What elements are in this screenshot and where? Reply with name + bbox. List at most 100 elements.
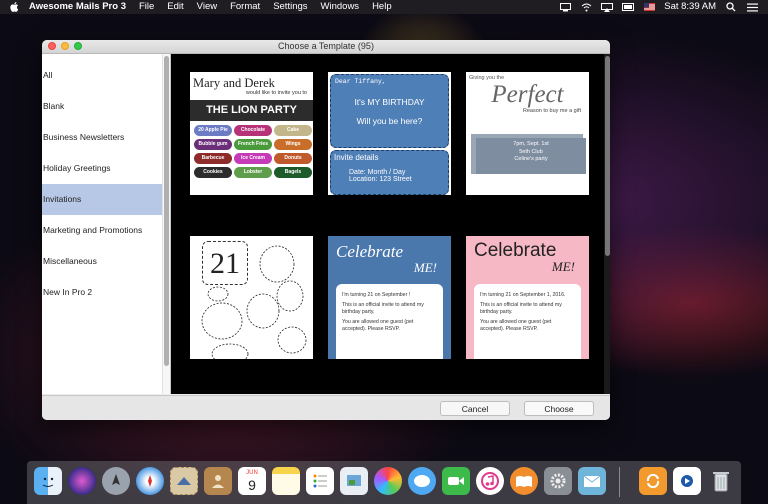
menu-settings[interactable]: Settings — [273, 0, 307, 14]
t6-card: I'm turning 21 on September 1, 2016. Thi… — [474, 284, 581, 359]
minimize-window-button[interactable] — [61, 42, 69, 50]
t1-pill: Chocolate — [234, 125, 272, 136]
menu-file[interactable]: File — [139, 0, 154, 14]
category-business-newsletters[interactable]: Business Newsletters — [42, 122, 170, 153]
calendar-icon[interactable]: JUN 9 — [238, 467, 266, 495]
t1-pill: Cake — [274, 125, 312, 136]
choose-button[interactable]: Choose — [524, 401, 594, 416]
t1-band: THE LION PARTY — [190, 100, 313, 121]
dock-divider — [619, 467, 620, 497]
itunes-icon[interactable] — [476, 467, 504, 495]
category-miscellaneous[interactable]: Miscellaneous — [42, 246, 170, 277]
dialog-footer: Cancel Choose — [42, 395, 610, 420]
category-sidebar: All Blank Business Newsletters Holiday G… — [42, 54, 171, 394]
template-celebrate-blue[interactable]: Celebrate ME! I'm turning 21 on Septembe… — [328, 236, 451, 359]
menu-help[interactable]: Help — [372, 0, 392, 14]
t1-pill: French Fries — [234, 139, 272, 150]
category-new-in-pro-2[interactable]: New In Pro 2 — [42, 277, 170, 308]
t2-location: Location: 123 Street — [349, 176, 412, 183]
siri-icon[interactable] — [68, 467, 96, 495]
sync-icon[interactable] — [639, 467, 667, 495]
clock[interactable]: Sat 8:39 AM — [664, 0, 716, 14]
trash-icon[interactable] — [707, 467, 735, 495]
category-all[interactable]: All — [42, 60, 170, 91]
awesome-mails-icon[interactable] — [578, 467, 606, 495]
t5-subheading: ME! — [413, 260, 437, 275]
t6-line3: You are allowed one guest (pet accepted)… — [480, 319, 552, 332]
t1-pill: 20 Apple Pie — [194, 125, 232, 136]
t1-pill: Ice Cream — [234, 153, 272, 164]
calendar-day: 9 — [248, 476, 256, 493]
sidebar-scrollbar[interactable] — [162, 54, 170, 394]
launchpad-icon[interactable] — [102, 467, 130, 495]
t3-club: 5eth Club — [519, 148, 543, 155]
photos-icon[interactable] — [374, 467, 402, 495]
category-blank[interactable]: Blank — [42, 91, 170, 122]
display-icon[interactable] — [559, 2, 571, 12]
t3-party: Celine's party — [514, 156, 548, 162]
gallery-scrollbar[interactable] — [604, 54, 610, 394]
t1-pill: Lobster — [234, 167, 272, 178]
menu-edit[interactable]: Edit — [167, 0, 183, 14]
wifi-icon[interactable] — [580, 3, 592, 12]
template-perfect-gift[interactable]: Giving you the Perfect Reason to buy me … — [466, 72, 589, 195]
sidebar-scroll-thumb[interactable] — [164, 56, 169, 366]
category-invitations[interactable]: Invitations — [42, 184, 170, 215]
t1-pill: Cookies — [194, 167, 232, 178]
menu-format[interactable]: Format — [230, 0, 260, 14]
t1-title: Mary and Derek — [193, 76, 275, 90]
t1-pill: Bagels — [274, 167, 312, 178]
app-menu[interactable]: Awesome Mails Pro 3 — [29, 0, 126, 14]
gallery-scroll-thumb[interactable] — [605, 56, 610, 256]
t2-line2: Will you be here? — [356, 116, 423, 126]
t2-details-title: Invite details — [334, 153, 379, 162]
mail-stamp-icon[interactable] — [170, 467, 198, 495]
notification-center-icon[interactable] — [746, 3, 758, 12]
system-preferences-icon[interactable] — [544, 467, 572, 495]
template-lion-party[interactable]: Mary and Derek would like to invite you … — [190, 72, 313, 195]
choose-template-window: Choose a Template (95) All Blank Busines… — [42, 40, 610, 420]
cancel-button[interactable]: Cancel — [440, 401, 510, 416]
quicktime-icon[interactable] — [673, 467, 701, 495]
reminders-icon[interactable] — [306, 467, 334, 495]
spotlight-search-icon[interactable] — [725, 2, 737, 12]
zoom-window-button[interactable] — [74, 42, 82, 50]
t1-pill: Donuts — [274, 153, 312, 164]
t3-info: 7pm, Sept. 1st 5eth Club Celine's party — [476, 138, 586, 174]
menu-bar: Awesome Mails Pro 3 File Edit View Forma… — [0, 0, 768, 14]
dock: JUN 9 — [27, 461, 741, 504]
t6-line2: This is an official invite to attend my … — [480, 302, 562, 315]
menu-windows[interactable]: Windows — [321, 0, 360, 14]
template-21-circles[interactable]: 21 — [190, 236, 313, 359]
us-flag-icon[interactable] — [643, 3, 655, 12]
window-title: Choose a Template (95) — [278, 41, 374, 51]
t3-reason: Reason to buy me a gift — [522, 108, 581, 114]
t5-heading: Celebrate — [336, 242, 404, 261]
notes-icon[interactable] — [272, 467, 300, 495]
messages-icon[interactable] — [408, 467, 436, 495]
template-my-birthday[interactable]: Dear Tiffany, It's MY BIRTHDAY Will you … — [328, 72, 451, 195]
t2-greeting: Dear Tiffany, — [335, 78, 386, 85]
template-gallery: Mary and Derek would like to invite you … — [171, 54, 610, 394]
battery-icon[interactable] — [622, 3, 635, 12]
contacts-icon[interactable] — [204, 467, 232, 495]
apple-menu-icon[interactable] — [9, 2, 19, 12]
ibooks-icon[interactable] — [510, 467, 538, 495]
t3-word: Perfect — [491, 81, 564, 108]
t5-line2: This is an official invite to attend my … — [342, 302, 424, 315]
facetime-icon[interactable] — [442, 467, 470, 495]
preview-icon[interactable] — [340, 467, 368, 495]
finder-icon[interactable] — [34, 467, 62, 495]
close-window-button[interactable] — [48, 42, 56, 50]
menu-view[interactable]: View — [197, 0, 217, 14]
t2-top-panel: Dear Tiffany, It's MY BIRTHDAY Will you … — [330, 74, 449, 148]
t2-details-panel: Invite details Date: Month / Day Locatio… — [330, 150, 449, 195]
category-holiday-greetings[interactable]: Holiday Greetings — [42, 153, 170, 184]
template-celebrate-pink[interactable]: Celebrate ME! I'm turning 21 on Septembe… — [466, 236, 589, 359]
safari-icon[interactable] — [136, 467, 164, 495]
airplay-icon[interactable] — [601, 2, 614, 12]
window-titlebar[interactable]: Choose a Template (95) — [42, 40, 610, 54]
t3-pre: Giving you the — [469, 75, 505, 81]
t1-pill: Wings — [274, 139, 312, 150]
category-marketing-and-promotions[interactable]: Marketing and Promotions — [42, 215, 170, 246]
